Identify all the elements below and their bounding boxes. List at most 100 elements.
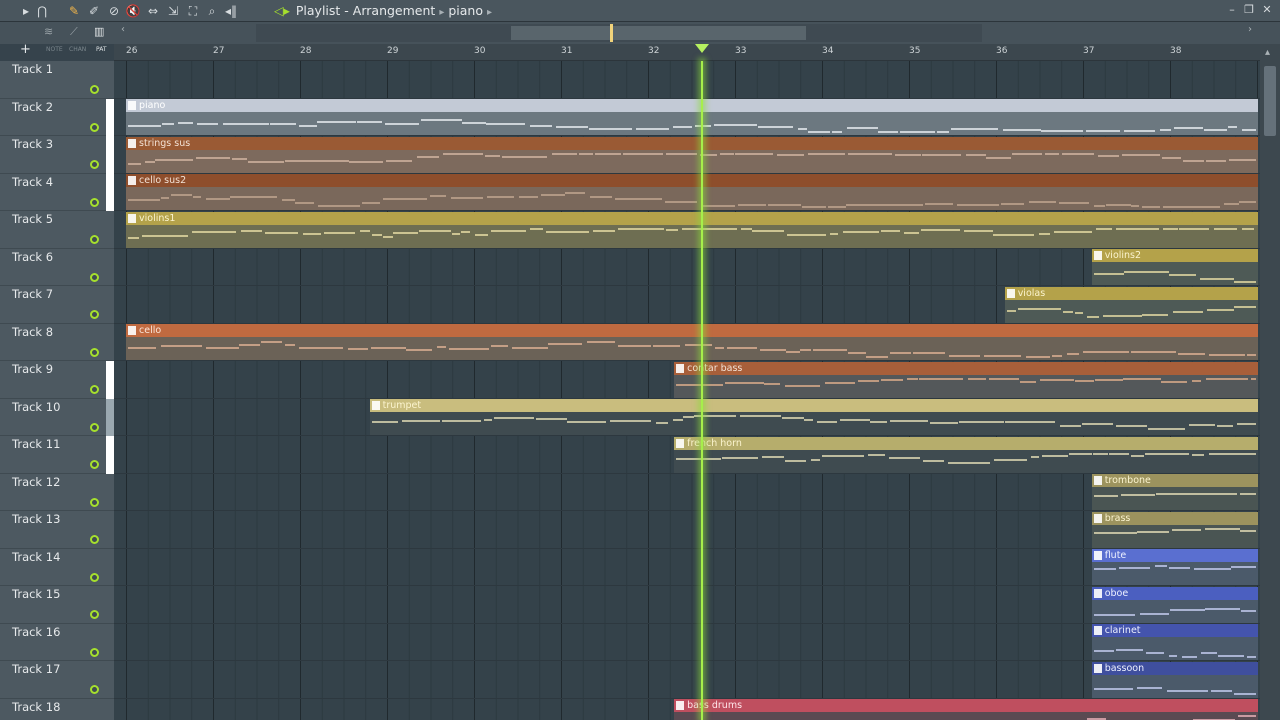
track-header[interactable]: Track 2 xyxy=(0,98,114,136)
track-header[interactable]: Track 11 xyxy=(0,436,114,474)
track-name[interactable]: Track 11 xyxy=(12,437,60,451)
title-pattern[interactable]: piano xyxy=(448,3,483,18)
clip-title[interactable]: clarinet xyxy=(1091,624,1258,637)
clip-title[interactable]: french horn xyxy=(674,436,1258,450)
pattern-icon[interactable] xyxy=(676,701,685,710)
track-mute-led-icon[interactable] xyxy=(90,572,99,582)
track-mute-led-icon[interactable] xyxy=(90,497,99,507)
vertical-scrollbar[interactable]: ▴ xyxy=(1260,44,1280,720)
paint-tool-icon[interactable]: ✐ xyxy=(86,3,102,19)
track-name[interactable]: Track 8 xyxy=(12,325,53,339)
close-icon[interactable]: ✕ xyxy=(1259,3,1275,16)
track-header[interactable]: Track 14 xyxy=(0,549,114,586)
track-mute-led-icon[interactable] xyxy=(90,535,99,544)
track-name[interactable]: Track 1 xyxy=(12,62,53,76)
track-header[interactable]: Track 16 xyxy=(0,624,114,661)
track-mute-led-icon[interactable] xyxy=(90,685,99,694)
track-header[interactable]: Track 15 xyxy=(0,586,114,624)
clip-title[interactable]: violins1 xyxy=(126,211,1258,225)
track-mute-led-icon[interactable] xyxy=(90,460,99,469)
track-mute-led-icon[interactable] xyxy=(90,310,99,319)
pattern-clip[interactable]: french horn xyxy=(674,436,1258,473)
wave-icon[interactable]: ≋ xyxy=(44,25,53,38)
pattern-clip[interactable]: oboe xyxy=(1091,586,1258,623)
clip-title[interactable]: strings sus xyxy=(126,136,1258,150)
menu-arrow-icon[interactable]: ▸ xyxy=(18,3,34,19)
track-mute-led-icon[interactable] xyxy=(90,272,99,282)
clip-title[interactable]: bassoon xyxy=(1091,661,1258,675)
clip-title[interactable]: cello sus2 xyxy=(126,174,1258,187)
track-name[interactable]: Track 5 xyxy=(12,212,53,226)
pattern-clip[interactable]: cello xyxy=(126,324,1258,360)
track-lane[interactable] xyxy=(114,586,1260,624)
pattern-clip[interactable]: flute xyxy=(1091,549,1258,585)
pattern-icon[interactable] xyxy=(1093,551,1102,560)
track-name[interactable]: Track 13 xyxy=(12,512,60,526)
clip-title[interactable]: violas xyxy=(1004,286,1258,300)
track-lane[interactable] xyxy=(114,624,1260,661)
track-mute-led-icon[interactable] xyxy=(90,347,99,357)
delete-tool-icon[interactable]: ⊘ xyxy=(106,3,122,19)
pattern-clip[interactable]: violins1 xyxy=(126,211,1258,248)
pattern-icon[interactable] xyxy=(1093,251,1102,260)
track-header[interactable]: Track 3 xyxy=(0,136,114,174)
track-name[interactable]: Track 7 xyxy=(12,287,53,301)
slip-tool-icon[interactable]: ⇔ xyxy=(145,3,161,19)
scroll-right-icon[interactable]: › xyxy=(1243,24,1257,40)
track-name[interactable]: Track 6 xyxy=(12,250,53,264)
track-name[interactable]: Track 10 xyxy=(12,400,60,414)
clip-title[interactable]: violins2 xyxy=(1091,249,1258,262)
track-name[interactable]: Track 18 xyxy=(12,700,60,714)
track-header[interactable]: Track 10 xyxy=(0,398,114,436)
mute-tool-icon[interactable]: 🔇 xyxy=(125,3,141,19)
track-mute-led-icon[interactable] xyxy=(90,647,99,657)
clip-title[interactable]: piano xyxy=(126,99,1258,112)
clip-title[interactable]: trombone xyxy=(1091,474,1258,487)
slice-tool-icon[interactable]: ⛶ xyxy=(185,3,201,19)
track-header[interactable]: Track 6 xyxy=(0,249,114,286)
pattern-icon[interactable] xyxy=(128,101,136,110)
pattern-icon[interactable] xyxy=(1093,588,1102,598)
track-lane[interactable] xyxy=(114,511,1260,549)
pattern-icon[interactable] xyxy=(1093,476,1102,485)
playlist-grid[interactable]: piano strings sus cello sus2 violins1 violin… xyxy=(114,61,1260,720)
clip-title[interactable]: bass drums xyxy=(674,699,1258,712)
pattern-icon[interactable] xyxy=(676,438,685,448)
pattern-clip[interactable]: piano xyxy=(126,99,1258,135)
pattern-icon[interactable] xyxy=(1093,513,1102,523)
note-mode-label[interactable]: NOTE xyxy=(46,46,63,53)
pattern-clip[interactable]: violins2 xyxy=(1091,249,1258,285)
maximize-icon[interactable]: ❐ xyxy=(1241,3,1257,16)
timeline-ruler[interactable]: 26 27 28 29 30 31 32 33 34 35 36 37 38 xyxy=(114,44,1260,61)
track-lane[interactable] xyxy=(114,474,1260,511)
pattern-clip[interactable]: contar bass xyxy=(674,361,1258,398)
track-header[interactable]: Track 12 xyxy=(0,474,114,511)
select-tool-icon[interactable]: ⇲ xyxy=(165,3,181,19)
minimize-icon[interactable]: – xyxy=(1224,3,1240,16)
track-mute-led-icon[interactable] xyxy=(90,610,99,619)
pattern-clip[interactable]: trombone xyxy=(1091,474,1258,510)
track-header[interactable]: Track 7 xyxy=(0,286,114,324)
track-mute-led-icon[interactable] xyxy=(90,122,99,132)
track-mute-led-icon[interactable] xyxy=(90,235,99,244)
track-lane[interactable] xyxy=(114,249,1260,286)
overview-scrollbar[interactable] xyxy=(256,24,982,42)
track-lane[interactable] xyxy=(114,661,1260,699)
brush-icon[interactable]: ⟋ xyxy=(70,25,78,39)
clip-title[interactable]: flute xyxy=(1091,549,1258,562)
track-name[interactable]: Track 4 xyxy=(12,175,53,189)
track-name[interactable]: Track 9 xyxy=(12,362,53,376)
track-name[interactable]: Track 12 xyxy=(12,475,60,489)
track-lane[interactable] xyxy=(114,549,1260,586)
pattern-icon[interactable] xyxy=(128,138,136,148)
track-header[interactable]: Track 4 xyxy=(0,173,114,211)
scroll-up-icon[interactable]: ▴ xyxy=(1265,47,1270,58)
pattern-clip[interactable]: bassoon xyxy=(1091,661,1258,698)
pattern-clip[interactable]: violas xyxy=(1004,286,1258,323)
track-header[interactable]: Track 9 xyxy=(0,361,114,399)
pattern-clip[interactable]: brass xyxy=(1091,511,1258,548)
pattern-icon[interactable] xyxy=(1093,663,1102,673)
overview-viewport[interactable] xyxy=(511,26,806,40)
pattern-clip[interactable]: strings sus xyxy=(126,136,1258,173)
playback-tool-icon[interactable]: ◂‖ xyxy=(223,3,239,19)
